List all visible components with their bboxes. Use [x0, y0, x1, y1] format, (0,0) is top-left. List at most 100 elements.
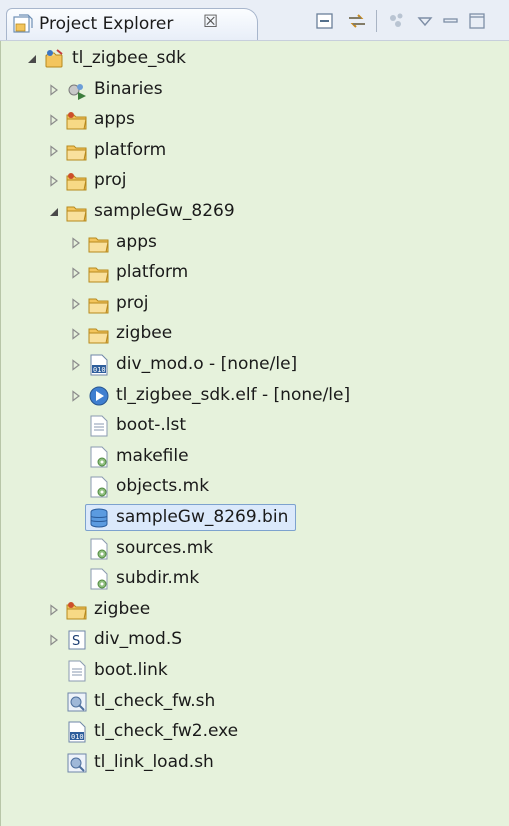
tree-item-label: boot.link: [94, 660, 168, 680]
expand-arrow-icon[interactable]: [48, 604, 60, 616]
make-file-icon: [90, 476, 108, 498]
tree-item-label: platform: [116, 262, 189, 283]
tree-item[interactable]: sampleGw_8269: [0, 197, 509, 227]
tree-item-label: tl_check_fw.sh: [94, 690, 216, 711]
tree-item-label: sources.mk: [116, 537, 214, 558]
folder-icon: [66, 206, 87, 222]
tree-item-label: zigbee: [94, 598, 151, 619]
source-folder-icon: [66, 173, 87, 191]
tree-item[interactable]: boot.link: [0, 656, 509, 686]
expand-arrow-icon[interactable]: [70, 236, 82, 249]
view-menu-icon[interactable]: [414, 10, 436, 32]
tree-item[interactable]: subdir.mk: [0, 564, 509, 594]
tree-item-label: sampleGw_8269: [94, 201, 235, 221]
project-icon: [45, 49, 63, 68]
tree-item[interactable]: proj: [0, 166, 509, 196]
close-icon[interactable]: ☒: [203, 12, 218, 32]
tree-item-label: platform: [94, 139, 167, 160]
svg-text:010: 010: [71, 733, 84, 741]
tree-item[interactable]: tl_link_load.sh: [0, 748, 509, 778]
expand-arrow-icon[interactable]: [48, 83, 60, 96]
tree-item[interactable]: Binaries: [0, 75, 509, 105]
tree-item[interactable]: platform: [0, 136, 509, 166]
executable-icon: [89, 386, 109, 406]
collapse-arrow-icon[interactable]: [26, 53, 38, 65]
tree-item-label: apps: [116, 231, 157, 252]
tree-item[interactable]: makefile: [0, 442, 509, 472]
folder-icon: [88, 267, 109, 283]
tree-item[interactable]: sources.mk: [0, 534, 509, 564]
tree-item-label: tl_zigbee_sdk.elf - [none/le]: [116, 384, 351, 405]
tree-item-label: sampleGw_8269.bin: [116, 507, 289, 527]
tree-item[interactable]: tl_zigbee_sdk.elf - [none/le]: [0, 381, 509, 411]
project-explorer-tab[interactable]: Project Explorer ☒: [6, 8, 258, 40]
tree-item-label: apps: [94, 109, 135, 130]
folder-icon: [88, 298, 109, 314]
tree-item-label: tl_zigbee_sdk: [72, 48, 187, 68]
tree-item-label: proj: [94, 170, 127, 191]
link-with-editor-icon[interactable]: [346, 10, 368, 32]
expand-arrow-icon[interactable]: [70, 328, 82, 341]
tree-item-label: Binaries: [94, 78, 163, 99]
tree-item-label: makefile: [116, 445, 189, 466]
view-title: Project Explorer: [39, 14, 174, 34]
tree-item[interactable]: objects.mk: [0, 472, 509, 502]
tree-item[interactable]: zigbee: [0, 319, 509, 349]
tree-item-label: div_mod.S: [94, 629, 183, 650]
script-file-icon: [67, 692, 87, 712]
expand-arrow-icon[interactable]: [70, 359, 82, 371]
collapse-all-icon[interactable]: [314, 10, 336, 32]
binaries-icon: [68, 83, 86, 100]
tree-item[interactable]: boot-.lst: [0, 411, 509, 441]
tree-item[interactable]: 010 div_mod.o - [none/le]: [0, 350, 509, 380]
tree-item[interactable]: tl_zigbee_sdk: [0, 44, 509, 74]
tree-item-label: subdir.mk: [116, 568, 200, 589]
expand-arrow-icon[interactable]: [48, 634, 60, 647]
tree-item[interactable]: 010 tl_check_fw2.exe: [0, 717, 509, 747]
expand-arrow-icon[interactable]: [48, 145, 60, 157]
tree-item[interactable]: apps: [0, 105, 509, 135]
tree-item-label: proj: [116, 292, 149, 313]
expand-arrow-icon[interactable]: [48, 114, 60, 126]
expand-arrow-icon[interactable]: [70, 267, 82, 279]
svg-text:S: S: [72, 634, 80, 649]
tree-item[interactable]: tl_check_fw.sh: [0, 687, 509, 717]
folder-icon: [88, 237, 109, 253]
tree-item-label: boot-.lst: [116, 415, 187, 436]
text-file-icon: [68, 660, 86, 682]
project-explorer-view: Project Explorer ☒ tl_zigbee_sdk Binaries…: [0, 0, 509, 826]
customize-view-icon[interactable]: [386, 10, 408, 32]
tree-item[interactable]: zigbee: [0, 595, 509, 625]
script-file-icon: [67, 753, 87, 773]
folder-icon: [66, 145, 87, 161]
tree-item-label: zigbee: [116, 323, 173, 344]
tree-item-label: tl_link_load.sh: [94, 751, 214, 772]
tree-item-label: div_mod.o - [none/le]: [116, 354, 298, 374]
expand-arrow-icon[interactable]: [70, 298, 82, 310]
tree-item[interactable]: apps: [0, 228, 509, 258]
source-folder-icon: [66, 112, 87, 130]
tree-item-label: tl_check_fw2.exe: [94, 721, 239, 742]
asm-file-icon: S: [68, 630, 86, 650]
source-folder-icon: [66, 601, 87, 620]
tree-item[interactable]: sampleGw_8269.bin: [0, 503, 509, 533]
project-explorer-icon: [13, 14, 33, 33]
svg-text:010: 010: [93, 366, 106, 374]
minimize-icon[interactable]: [440, 10, 462, 32]
maximize-icon[interactable]: [466, 10, 488, 32]
text-file-icon: [90, 415, 108, 437]
toolbar-separator: [376, 10, 377, 32]
tree-item[interactable]: platform: [0, 258, 509, 288]
make-file-icon: [90, 568, 108, 590]
view-tab-bar: Project Explorer ☒: [0, 0, 509, 41]
tree-item[interactable]: Sdiv_mod.S: [0, 625, 509, 655]
expand-arrow-icon[interactable]: [48, 175, 60, 188]
binary-file-icon: 010: [68, 721, 86, 743]
make-file-icon: [90, 538, 108, 560]
collapse-arrow-icon[interactable]: [48, 206, 60, 218]
make-file-icon: [90, 446, 108, 468]
expand-arrow-icon[interactable]: [70, 389, 82, 402]
tree-item[interactable]: proj: [0, 289, 509, 319]
folder-icon: [88, 328, 109, 344]
object-file-icon: 010: [90, 354, 108, 376]
